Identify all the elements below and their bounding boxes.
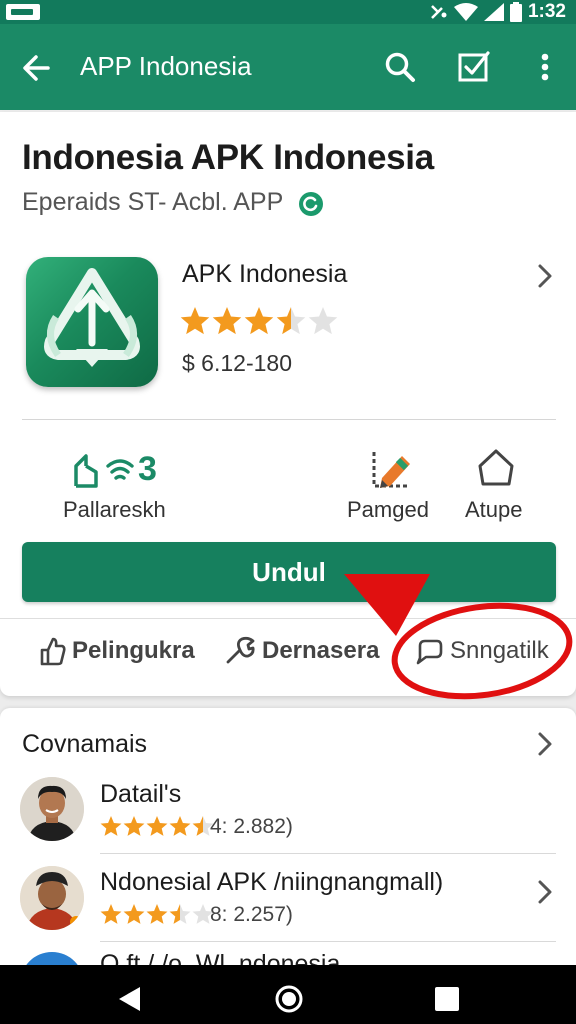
chevron-right-icon[interactable] [532, 878, 558, 906]
wrench-icon [226, 636, 255, 664]
star-icon [100, 816, 122, 836]
reviews-title[interactable]: Covnamais [22, 730, 147, 759]
star-icon [100, 904, 122, 924]
reviewer-photo [20, 866, 84, 930]
divider [100, 941, 556, 942]
more-options-icon[interactable] [530, 49, 560, 85]
reviewer-name[interactable]: Ndonesial APK /niingnangmall) [100, 868, 443, 897]
star-icon [146, 904, 168, 924]
action-label: Snngatilk [450, 637, 549, 664]
star-icon [180, 307, 210, 335]
page-title: Indonesia APK Indonesia [22, 138, 434, 177]
app-name[interactable]: APK Indonesia [182, 260, 347, 289]
star-icon [244, 307, 274, 335]
star-icon [123, 816, 145, 836]
review-count: 8: 2.257) [210, 903, 293, 926]
reviewer-photo [20, 777, 84, 841]
app-logo-icon [44, 268, 140, 367]
reviewer-name[interactable]: Datail's [100, 780, 181, 809]
action-tools[interactable]: Dernasera [224, 636, 379, 666]
review-stars [100, 816, 214, 838]
bookmark-star-icon[interactable] [476, 448, 516, 488]
stat-label: Pamged [347, 497, 429, 522]
nav-back-icon[interactable] [116, 985, 144, 1013]
signal-waves-icon [106, 458, 134, 480]
action-share[interactable]: Pelingukra [38, 636, 195, 666]
star-icon [308, 307, 338, 335]
battery-icon [509, 2, 522, 22]
app-price: $ 6.12-180 [182, 350, 292, 376]
signal-icon [483, 3, 504, 21]
star-icon [169, 816, 191, 836]
star-icon [276, 307, 306, 335]
review-stars [100, 904, 214, 926]
star-icon [169, 904, 191, 924]
thumbs-up-icon [40, 637, 66, 666]
install-button[interactable]: Undul [22, 542, 556, 602]
status-bar: 1:32 [0, 0, 576, 24]
star-icon [123, 904, 145, 924]
system-status: 1:32 [428, 1, 566, 23]
stat-label: Atupe [465, 497, 523, 522]
action-comment[interactable]: Snngatilk [414, 636, 549, 666]
comment-icon [416, 639, 443, 665]
app-rating-stars [180, 307, 338, 337]
divider [100, 853, 556, 854]
house-icon [74, 453, 98, 488]
developer-subtitle[interactable]: Eperaids ST- Acbl. APP [22, 188, 283, 217]
wifi-icon [453, 3, 478, 21]
star-icon [212, 307, 242, 335]
verified-badge-icon [299, 192, 323, 216]
nav-home-icon[interactable] [274, 984, 304, 1014]
stat-downloads: 3 [72, 450, 157, 489]
avatar[interactable] [20, 777, 84, 841]
vibrate-icon [431, 5, 447, 19]
edit-icon[interactable] [368, 446, 414, 492]
back-arrow-icon[interactable] [18, 50, 54, 86]
search-icon[interactable] [382, 49, 418, 85]
checkbox-icon[interactable] [456, 49, 492, 85]
app-icon[interactable] [26, 257, 158, 387]
avatar[interactable] [20, 866, 84, 930]
app-bar: APP Indonesia [0, 24, 576, 110]
star-icon [146, 816, 168, 836]
stat-value: 3 [138, 450, 157, 488]
action-label: Pelingukra [72, 637, 195, 664]
app-bar-title: APP Indonesia [80, 51, 252, 81]
chevron-right-icon[interactable] [532, 262, 558, 290]
divider [0, 618, 576, 619]
divider [22, 419, 556, 420]
stat-label: Pallareskh [63, 497, 166, 522]
action-label: Dernasera [262, 637, 380, 664]
nav-recents-icon[interactable] [434, 986, 460, 1012]
clock: 1:32 [527, 1, 566, 22]
notification-icon [6, 4, 40, 20]
review-count: 4: 2.882) [210, 815, 293, 838]
chevron-right-icon[interactable] [532, 730, 558, 758]
notification-area [4, 4, 40, 20]
